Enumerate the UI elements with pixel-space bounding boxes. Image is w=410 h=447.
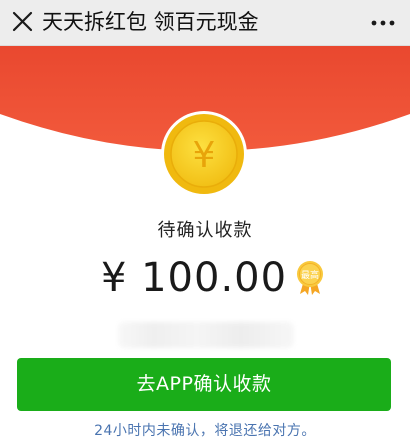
status-label: 待确认收款	[157, 220, 253, 241]
blurred-sender-info	[118, 322, 294, 348]
more-options-button[interactable]	[370, 12, 396, 34]
coin-icon: ¥	[160, 110, 248, 198]
more-icon	[371, 20, 395, 26]
close-button[interactable]	[6, 5, 40, 39]
navigation-bar: 天天拆红包 领百元现金	[0, 0, 410, 46]
refund-notice: 24小时内未确认，将退还给对方。	[94, 423, 316, 439]
confirm-receipt-button[interactable]: 去APP确认收款	[17, 358, 391, 411]
badge-label: 最高	[301, 269, 319, 281]
amount-row: ¥ 100.00 最高	[0, 250, 410, 310]
max-badge-icon: 最高	[297, 261, 324, 295]
close-icon	[12, 11, 33, 32]
amount-value: ¥ 100.00	[100, 255, 288, 301]
coin-symbol: ¥	[193, 135, 216, 176]
page-title: 天天拆红包 领百元现金	[42, 10, 259, 34]
